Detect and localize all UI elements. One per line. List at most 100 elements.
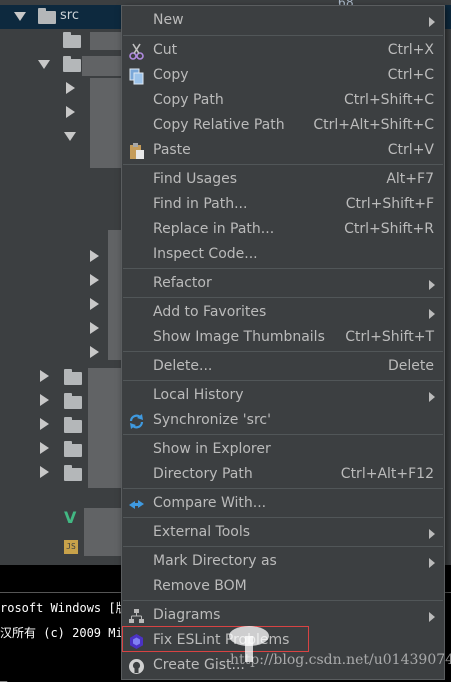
menu-item-shortcut: Ctrl+Shift+T bbox=[345, 329, 434, 345]
github-icon bbox=[129, 659, 144, 674]
context-menu: New Cut Ctrl+X Copy Ctrl+C Copy Path Ctrl+Shif… bbox=[121, 5, 445, 680]
menu-item-label: Show in Explorer bbox=[153, 441, 271, 457]
submenu-arrow-icon bbox=[429, 392, 435, 402]
collapse-arrow-icon[interactable] bbox=[40, 370, 49, 382]
collapse-arrow-icon[interactable] bbox=[40, 418, 49, 430]
menu-item-shortcut: Ctrl+Shift+C bbox=[344, 92, 434, 108]
menu-item-label: Diagrams bbox=[153, 607, 221, 623]
submenu-arrow-icon bbox=[429, 529, 435, 539]
menu-item-label: External Tools bbox=[153, 524, 251, 540]
menu-item-label: Directory Path bbox=[153, 466, 253, 482]
menu-item-replace-in-path[interactable]: Replace in Path... Ctrl+Shift+R bbox=[122, 218, 444, 243]
menu-item-shortcut: Ctrl+C bbox=[387, 67, 434, 83]
menu-item-label: Mark Directory as bbox=[153, 553, 277, 569]
menu-separator bbox=[123, 434, 443, 435]
menu-item-paste[interactable]: Paste Ctrl+V bbox=[122, 139, 444, 164]
folder-icon bbox=[63, 32, 81, 48]
menu-item-copy[interactable]: Copy Ctrl+C bbox=[122, 64, 444, 89]
menu-item-shortcut: Ctrl+Alt+Shift+C bbox=[313, 117, 434, 133]
menu-item-external-tools[interactable]: External Tools bbox=[122, 521, 444, 546]
menu-item-local-history[interactable]: Local History bbox=[122, 384, 444, 409]
tree-node-src[interactable]: src bbox=[60, 8, 79, 23]
menu-item-label: Paste bbox=[153, 142, 191, 158]
compare-icon bbox=[129, 500, 144, 509]
menu-separator bbox=[123, 517, 443, 518]
menu-item-label: Compare With... bbox=[153, 495, 267, 511]
collapse-arrow-icon[interactable] bbox=[90, 322, 99, 334]
scissors-icon bbox=[129, 43, 144, 60]
blurred-label bbox=[88, 368, 122, 488]
highlight-box bbox=[122, 626, 309, 652]
menu-item-find-usages[interactable]: Find Usages Alt+F7 bbox=[122, 168, 444, 193]
submenu-arrow-icon bbox=[429, 17, 435, 27]
menu-item-label: New bbox=[153, 12, 184, 28]
menu-item-show-image-thumbnails[interactable]: Show Image Thumbnails Ctrl+Shift+T bbox=[122, 326, 444, 351]
menu-item-compare-with[interactable]: Compare With... bbox=[122, 492, 444, 517]
expand-arrow-icon[interactable] bbox=[14, 12, 26, 21]
menu-item-label: Find in Path... bbox=[153, 196, 248, 212]
copy-icon bbox=[129, 68, 144, 85]
menu-item-new[interactable]: New bbox=[122, 9, 444, 34]
menu-item-inspect-code[interactable]: Inspect Code... bbox=[122, 243, 444, 268]
menu-item-label: Synchronize 'src' bbox=[153, 412, 271, 428]
menu-item-synchronize-src[interactable]: Synchronize 'src' bbox=[122, 409, 444, 434]
folder-icon bbox=[64, 417, 82, 433]
menu-separator bbox=[123, 164, 443, 165]
expand-arrow-icon[interactable] bbox=[64, 132, 76, 141]
blurred-label bbox=[82, 56, 122, 76]
collapse-arrow-icon[interactable] bbox=[90, 298, 99, 310]
menu-item-label: Delete... bbox=[153, 358, 213, 374]
menu-separator bbox=[123, 268, 443, 269]
blurred-label bbox=[90, 32, 122, 50]
submenu-arrow-icon bbox=[429, 612, 435, 622]
collapse-arrow-icon[interactable] bbox=[66, 106, 75, 118]
collapse-arrow-icon[interactable] bbox=[40, 394, 49, 406]
blurred-label bbox=[108, 230, 122, 360]
menu-item-shortcut: Ctrl+V bbox=[387, 142, 434, 158]
menu-separator bbox=[123, 488, 443, 489]
menu-item-shortcut: Ctrl+Shift+R bbox=[344, 221, 434, 237]
menu-separator bbox=[123, 546, 443, 547]
menu-item-shortcut: Ctrl+Alt+F12 bbox=[340, 466, 434, 482]
menu-item-delete[interactable]: Delete... Delete bbox=[122, 355, 444, 380]
menu-item-label: Copy Relative Path bbox=[153, 117, 285, 133]
menu-item-cut[interactable]: Cut Ctrl+X bbox=[122, 39, 444, 64]
menu-separator bbox=[123, 380, 443, 381]
menu-item-label: Refactor bbox=[153, 275, 212, 291]
folder-icon bbox=[64, 465, 82, 481]
menu-item-show-in-explorer[interactable]: Show in Explorer bbox=[122, 438, 444, 463]
collapse-arrow-icon[interactable] bbox=[90, 274, 99, 286]
collapse-arrow-icon[interactable] bbox=[90, 346, 99, 358]
expand-arrow-icon[interactable] bbox=[38, 60, 50, 69]
menu-item-find-in-path[interactable]: Find in Path... Ctrl+Shift+F bbox=[122, 193, 444, 218]
vue-file-icon: V bbox=[64, 508, 77, 527]
folder-icon bbox=[64, 393, 82, 409]
menu-separator bbox=[123, 297, 443, 298]
menu-item-copy-path[interactable]: Copy Path Ctrl+Shift+C bbox=[122, 89, 444, 114]
collapse-arrow-icon[interactable] bbox=[40, 466, 49, 478]
menu-item-directory-path[interactable]: Directory Path Ctrl+Alt+F12 bbox=[122, 463, 444, 488]
menu-item-add-to-favorites[interactable]: Add to Favorites bbox=[122, 301, 444, 326]
folder-icon bbox=[63, 56, 81, 72]
js-file-icon: JS bbox=[64, 540, 78, 554]
menu-item-shortcut: Ctrl+Shift+F bbox=[345, 196, 434, 212]
menu-separator bbox=[123, 35, 443, 36]
menu-item-mark-directory-as[interactable]: Mark Directory as bbox=[122, 550, 444, 575]
collapse-arrow-icon[interactable] bbox=[40, 442, 49, 454]
menu-item-label: Local History bbox=[153, 387, 244, 403]
menu-item-label: Remove BOM bbox=[153, 578, 247, 594]
menu-item-label: Inspect Code... bbox=[153, 246, 258, 262]
menu-item-label: Cut bbox=[153, 42, 178, 58]
menu-item-copy-relative-path[interactable]: Copy Relative Path Ctrl+Alt+Shift+C bbox=[122, 114, 444, 139]
folder-icon bbox=[64, 441, 82, 457]
submenu-arrow-icon bbox=[429, 280, 435, 290]
terminal-line: 汉所有 (c) 2009 Mic bbox=[0, 626, 130, 640]
submenu-arrow-icon bbox=[429, 309, 435, 319]
collapse-arrow-icon[interactable] bbox=[66, 82, 75, 94]
menu-item-remove-bom[interactable]: Remove BOM bbox=[122, 575, 444, 600]
menu-item-refactor[interactable]: Refactor bbox=[122, 272, 444, 297]
submenu-arrow-icon bbox=[429, 558, 435, 568]
collapse-arrow-icon[interactable] bbox=[90, 250, 99, 262]
menu-item-label: Copy bbox=[153, 67, 189, 83]
menu-item-shortcut: Delete bbox=[388, 358, 434, 374]
